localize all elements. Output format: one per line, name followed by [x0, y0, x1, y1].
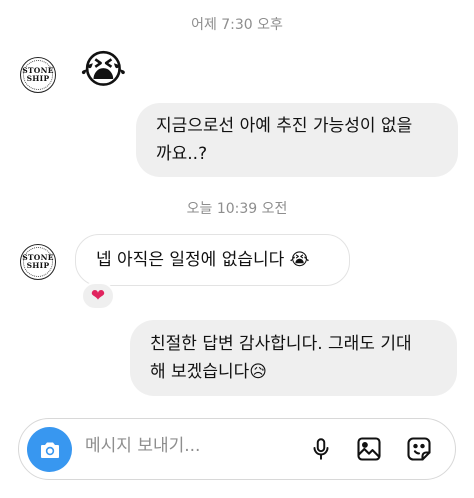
timestamp-today: 오늘 10:39 오전 [186, 201, 288, 217]
heart-icon: ❤ [90, 286, 106, 306]
camera-button[interactable] [27, 427, 72, 472]
incoming-message-bubble[interactable]: 넵 아직은 일정에 없습니다 😭 [75, 234, 350, 286]
message-text-line: 해 보겠습니다😥 [150, 362, 267, 382]
timestamp-yesterday: 어제 7:30 오후 [191, 17, 283, 33]
message-text-line: 까요..? [156, 144, 208, 164]
message-input[interactable] [85, 436, 305, 456]
avatar-logo-line2: SHIP [26, 74, 50, 83]
sticker-icon [407, 437, 431, 461]
message-text-line: 지금으로선 아예 추진 가능성이 없을 [156, 116, 413, 136]
crying-emoji-message[interactable]: 😭 [80, 50, 127, 90]
message-text-line: 친절한 답변 감사합니다. 그래도 기대 [150, 334, 412, 354]
outgoing-message-bubble[interactable]: 친절한 답변 감사합니다. 그래도 기대 해 보겠습니다😥 [130, 320, 457, 396]
gallery-button[interactable] [353, 433, 385, 465]
heart-reaction-badge[interactable]: ❤ [81, 282, 115, 310]
avatar[interactable]: STONE SHIP [20, 244, 56, 280]
microphone-icon [313, 438, 329, 460]
outgoing-message-bubble[interactable]: 지금으로선 아예 추진 가능성이 없을 까요..? [136, 103, 458, 177]
avatar-logo-line2: SHIP [26, 261, 50, 270]
message-text: 넵 아직은 일정에 없습니다 😭 [96, 250, 310, 270]
camera-icon [40, 442, 59, 458]
microphone-button[interactable] [305, 433, 337, 465]
avatar[interactable]: STONE SHIP [20, 57, 56, 93]
gallery-icon [357, 437, 381, 461]
message-composer [18, 418, 456, 480]
sticker-button[interactable] [403, 433, 435, 465]
